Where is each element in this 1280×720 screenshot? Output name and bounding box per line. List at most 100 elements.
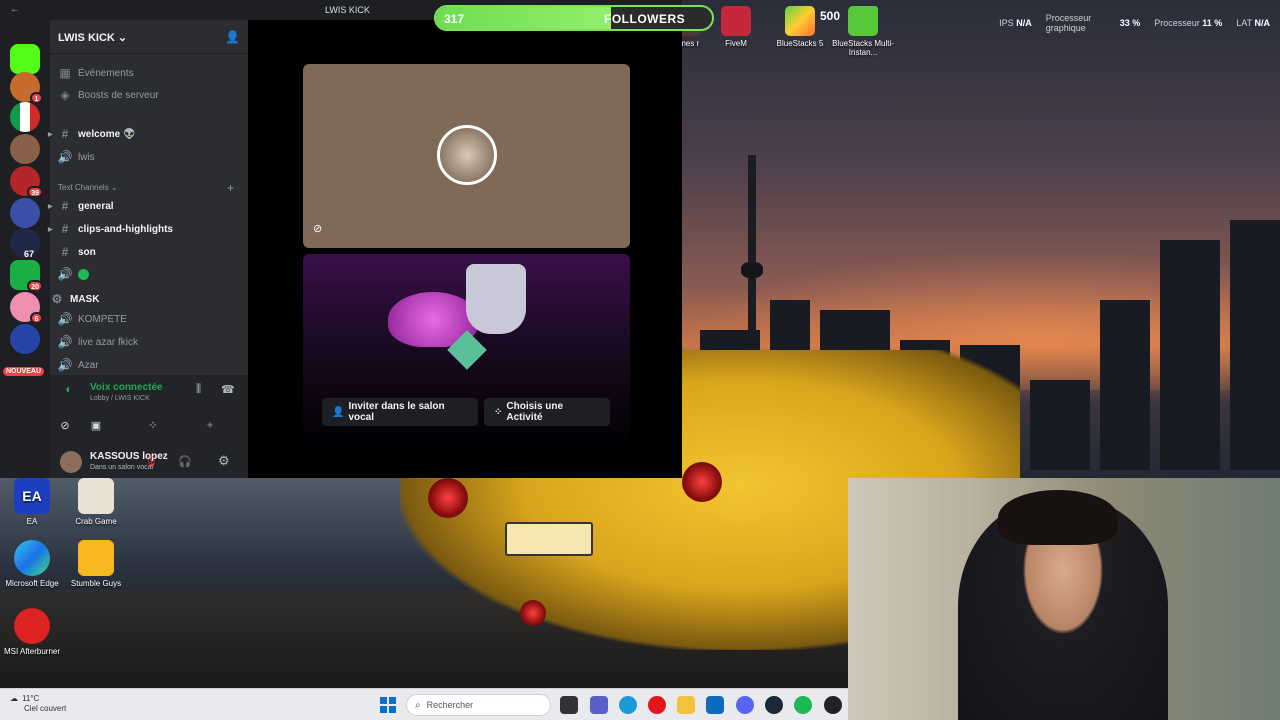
soundboard-button[interactable]: ✦ — [190, 413, 230, 437]
disconnect-icon[interactable]: ☎ — [221, 383, 235, 396]
channel-label: Événements — [78, 67, 134, 79]
kick-icon — [10, 44, 40, 74]
cpu-label: Processeur — [1154, 18, 1200, 28]
camera-off-icon: ⊘ — [313, 223, 323, 235]
channel-spotify[interactable]: 🔊 — [56, 264, 242, 284]
boosts-link[interactable]: ◈ Boosts de serveur — [56, 85, 242, 105]
ips-label: IPS — [999, 18, 1014, 28]
channel-label: live azar fkick — [78, 336, 139, 348]
edge-taskbar-icon[interactable] — [619, 696, 637, 714]
desktop-icon-msi-afterburner[interactable]: MSI Afterburner — [0, 608, 67, 656]
participant-avatar — [437, 125, 497, 185]
grid-icon: ⁘ — [494, 406, 503, 418]
opera-icon[interactable] — [648, 696, 666, 714]
voice-stage: ⊘ 👤 Inviter dans le salon vocal ⁘ Choisis … — [248, 20, 682, 478]
desktop-icon-edge[interactable]: Microsoft Edge — [0, 540, 67, 588]
gpu-label: Processeur graphique — [1045, 13, 1092, 33]
channel-clips[interactable]: ▶ # clips-and-highlights — [48, 219, 242, 239]
obs-icon[interactable] — [824, 696, 842, 714]
webcam-feed — [848, 478, 1280, 720]
headset-muted-icon[interactable]: 🎧 — [178, 455, 192, 468]
start-button[interactable] — [380, 697, 396, 713]
followers-goal-bar: 317 FOLLOWERS — [434, 5, 714, 31]
server-9[interactable]: 6 — [10, 292, 43, 324]
new-badge: NOUVEAU — [3, 367, 45, 376]
channel-live-azar[interactable]: 🔊 live azar fkick — [56, 332, 242, 352]
screen-share-button[interactable]: ▣ — [76, 413, 116, 437]
chevron-down-icon: ⌄ — [117, 32, 128, 44]
voice-location[interactable]: Lobby / LWIS KICK — [90, 395, 150, 402]
channel-welcome[interactable]: ▶ # welcome 👽 — [48, 124, 242, 144]
mic-muted-icon[interactable]: 🎙 — [144, 455, 158, 468]
file-explorer-icon[interactable] — [677, 696, 695, 714]
server-3[interactable] — [10, 102, 40, 132]
activity-button[interactable]: ⁘ — [133, 413, 173, 437]
channel-lwis[interactable]: 🔊 lwis — [56, 147, 242, 167]
choose-activity-button[interactable]: ⁘ Choisis une Activité — [484, 398, 610, 426]
taskbar-search[interactable]: ⌕ Rechercher — [406, 694, 551, 716]
store-icon[interactable] — [706, 696, 724, 714]
task-view-icon[interactable] — [560, 696, 578, 714]
channel-son[interactable]: # son — [56, 242, 242, 262]
license-plate — [505, 522, 593, 556]
search-placeholder: Rechercher — [426, 700, 474, 710]
add-channel-icon[interactable]: + — [227, 181, 234, 195]
settings-gear-icon[interactable]: ⚙ — [218, 453, 230, 469]
speaker-icon: 🔊 — [57, 267, 73, 281]
desktop-icon-ea[interactable]: EA EA — [0, 478, 67, 526]
hash-icon: # — [61, 199, 69, 213]
participant-tile[interactable]: ⊘ — [303, 64, 630, 248]
streamer-hair — [998, 490, 1118, 545]
category-text-channels[interactable]: Text Channels ⌄ + — [58, 181, 238, 195]
gpu-value: 33 % — [1119, 18, 1141, 28]
server-2[interactable]: 1 — [10, 72, 43, 104]
server-7[interactable]: 67 — [10, 228, 40, 259]
channel-label: son — [78, 246, 96, 258]
avatar[interactable] — [60, 451, 82, 473]
channel-kompete[interactable]: 🔊 KOMPETE — [56, 309, 242, 329]
server-header[interactable]: LWIS KICK ⌄ 👤 — [50, 20, 248, 54]
steam-icon[interactable] — [765, 696, 783, 714]
channel-general[interactable]: ▶ # general — [48, 196, 242, 216]
desktop-icon-label: MSI Afterburner — [3, 647, 61, 656]
hash-icon: # — [61, 222, 69, 236]
channel-label: welcome 👽 — [78, 128, 136, 140]
server-kick[interactable] — [10, 44, 40, 74]
desktop-icon-stumble-guys[interactable]: Stumble Guys — [61, 540, 131, 588]
teams-icon[interactable] — [590, 696, 608, 714]
trophy-illustration — [466, 264, 526, 334]
weather-widget[interactable]: ☁ 11°C Ciel couvert — [10, 694, 66, 714]
search-icon: ⌕ — [415, 699, 421, 711]
gear-icon: ⚙ — [51, 292, 63, 306]
events-link[interactable]: ▦ Événements — [56, 63, 242, 83]
invite-voice-button[interactable]: 👤 Inviter dans le salon vocal — [322, 398, 478, 426]
add-member-icon[interactable]: 👤 — [225, 30, 240, 44]
channel-label: clips-and-highlights — [78, 223, 173, 235]
desktop-icon-label: Stumble Guys — [70, 579, 122, 588]
spotify-taskbar-icon[interactable] — [794, 696, 812, 714]
voice-status: Voix connectée — [90, 382, 163, 393]
category-label: Text Channels — [58, 183, 109, 192]
server-6[interactable] — [10, 198, 40, 228]
followers-label: FOLLOWERS — [604, 12, 686, 26]
button-label: Inviter dans le salon vocal — [348, 401, 445, 423]
server-8[interactable]: 20 — [10, 260, 43, 292]
hash-icon: # — [61, 127, 69, 141]
server-10[interactable] — [10, 324, 40, 354]
discord-taskbar-icon[interactable] — [736, 696, 754, 714]
channel-azar[interactable]: 🔊 Azar — [56, 355, 242, 375]
crab-game-icon — [78, 478, 114, 514]
add-person-icon: 👤 — [332, 406, 345, 418]
server-5[interactable]: 39 — [10, 166, 43, 198]
server-number: 67 — [23, 249, 34, 259]
channel-label: KOMPETE — [78, 313, 127, 325]
back-arrow-icon[interactable]: ← — [10, 4, 20, 15]
calendar-icon: ▦ — [59, 66, 71, 80]
noise-suppression-icon[interactable]: ⫼ — [196, 383, 201, 396]
channel-mask[interactable]: ⚙ MASK — [48, 289, 234, 309]
desktop-icon-crab-game[interactable]: Crab Game — [61, 478, 131, 526]
window-title: LWIS KICK — [325, 5, 370, 15]
speaker-icon: 🔊 — [57, 312, 73, 326]
followers-goal: 500 — [820, 9, 841, 23]
server-4[interactable] — [10, 134, 40, 164]
